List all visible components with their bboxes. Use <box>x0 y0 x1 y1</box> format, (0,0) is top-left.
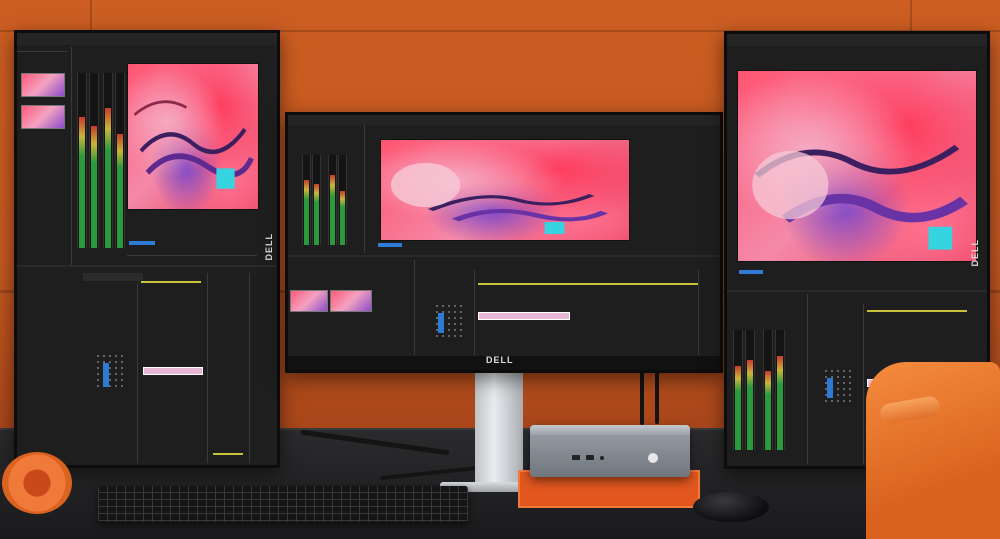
keyboard <box>98 486 468 522</box>
timeline-clip <box>478 312 570 320</box>
timecode <box>739 270 763 274</box>
menu-bar <box>17 33 277 45</box>
audio-meter <box>103 73 113 248</box>
audio-meter <box>115 73 125 248</box>
panel-divider <box>207 273 208 463</box>
active-tool <box>103 363 109 387</box>
audio-meter <box>338 155 347 245</box>
brand-logo: DELL <box>264 233 274 261</box>
work-area-bar <box>478 283 698 285</box>
video-preview <box>380 139 630 241</box>
audio-meter <box>775 330 785 450</box>
work-area-bar <box>141 281 201 283</box>
video-preview <box>127 63 259 210</box>
mouse <box>693 492 769 522</box>
audio-meter <box>763 330 773 450</box>
chair <box>866 362 1000 539</box>
panel-divider <box>288 255 720 257</box>
clip-thumbnail <box>330 290 372 312</box>
editor-screen <box>288 115 720 356</box>
clip-thumbnail <box>21 105 65 129</box>
usb-port <box>586 455 594 460</box>
panel-divider <box>364 125 365 253</box>
panel-divider <box>474 270 475 355</box>
panel-divider <box>807 294 808 464</box>
panel-divider <box>17 265 277 267</box>
panel-divider <box>71 47 72 267</box>
mini-pc <box>530 425 690 477</box>
panel-divider <box>698 270 699 355</box>
work-area-bar <box>867 310 967 312</box>
clip-thumbnail <box>21 73 65 97</box>
audio-meter <box>312 155 321 245</box>
monitor-left: DELL <box>14 30 280 468</box>
menu-bar <box>288 115 720 125</box>
active-tool <box>438 313 444 333</box>
timecode <box>129 241 155 245</box>
menu-bar <box>727 34 987 46</box>
panel-divider <box>137 283 138 463</box>
audio-jack <box>600 456 604 460</box>
mini-pc-top <box>530 425 690 435</box>
panel-divider <box>17 51 67 52</box>
editor-screen <box>17 33 277 465</box>
audio-meter <box>89 73 99 248</box>
audio-meter <box>745 330 755 450</box>
usb-port <box>572 455 580 460</box>
brand-logo: DELL <box>486 355 514 365</box>
panel-divider <box>727 290 987 292</box>
transport-bar <box>127 255 257 256</box>
panel-divider <box>863 304 864 464</box>
brand-logo: DELL <box>970 239 980 267</box>
timecode <box>378 243 402 247</box>
panel-divider <box>249 273 250 463</box>
video-preview <box>737 70 977 262</box>
cable <box>655 372 659 424</box>
audio-meter <box>733 330 743 450</box>
panel-divider <box>414 260 415 355</box>
photo-scene: DELL DELL DELL <box>0 0 1000 539</box>
audio-meter <box>77 73 87 248</box>
timeline-clip <box>143 367 203 375</box>
power-button-icon <box>648 453 658 463</box>
work-area-bar <box>213 453 243 455</box>
audio-meter <box>328 155 337 245</box>
tool-grid <box>95 353 123 389</box>
active-tool <box>827 378 833 398</box>
cable <box>640 370 644 425</box>
clip-thumbnail <box>290 290 328 312</box>
headphones <box>2 452 72 514</box>
monitor-center: DELL <box>285 112 723 373</box>
panel-tab <box>83 273 143 281</box>
monitor-stand-neck <box>475 360 523 490</box>
audio-meter <box>302 155 311 245</box>
